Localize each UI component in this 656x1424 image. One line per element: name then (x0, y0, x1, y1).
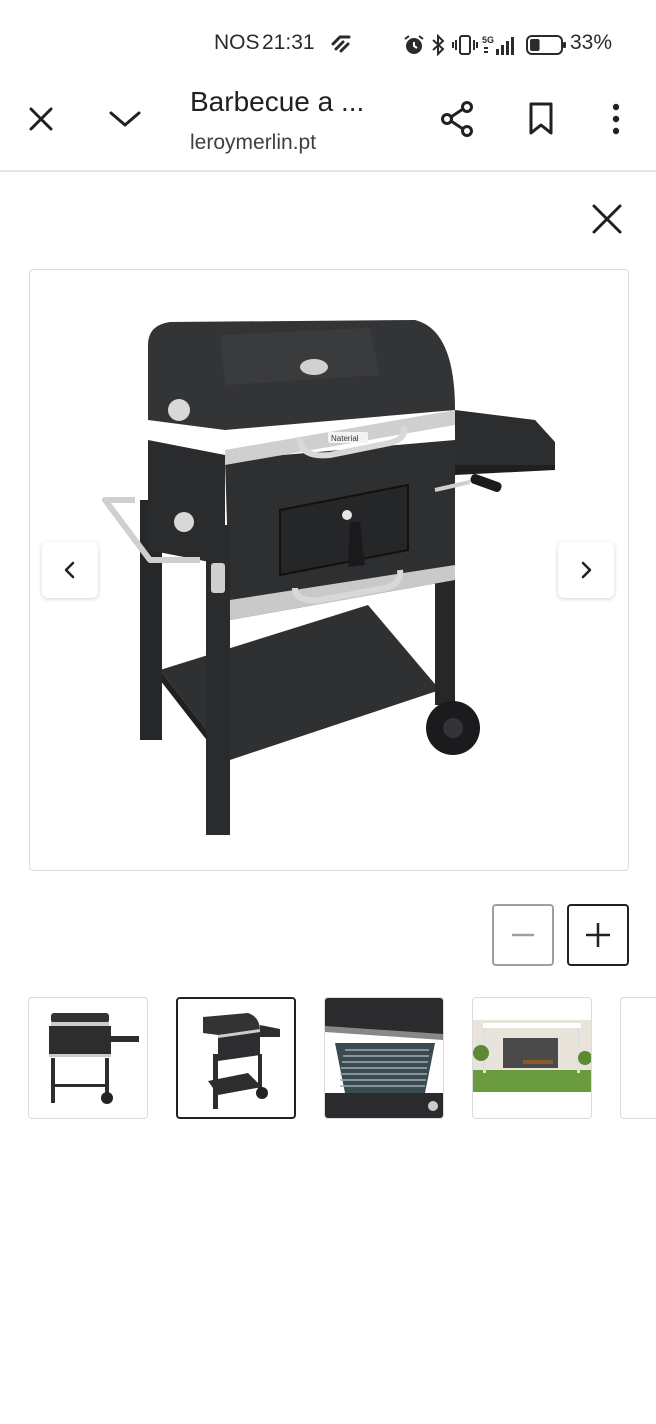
clock: 21:31 (262, 31, 315, 54)
chevron-left-icon (64, 561, 75, 579)
alarm-icon (404, 35, 424, 54)
battery-icon (526, 35, 566, 55)
close-icon (29, 107, 53, 131)
plus-icon (586, 923, 610, 947)
thumbnail-image (49, 1013, 139, 1104)
chevron-right-icon (581, 561, 592, 579)
thumb-angled-view[interactable] (176, 997, 296, 1119)
thumbnail-image (325, 998, 443, 1118)
data-saver-icon (331, 35, 351, 53)
page-url: leroymerlin.pt (190, 131, 317, 154)
zoom-out-button[interactable] (492, 904, 554, 966)
thumb-patio-scene[interactable] (472, 997, 592, 1119)
status-bar: NOS 21:31 5G 33% (0, 0, 656, 88)
chevron-down-icon (109, 111, 141, 127)
minus-icon (512, 933, 534, 937)
close-viewer-button[interactable] (588, 200, 626, 238)
next-image-button[interactable] (558, 542, 614, 598)
thumbnail-image (203, 1013, 280, 1109)
barbecue-grill-image: Naterial (102, 320, 555, 835)
carrier-label: NOS (214, 31, 260, 54)
more-options-button[interactable] (598, 96, 634, 142)
share-button[interactable] (434, 96, 480, 142)
bookmark-icon (529, 102, 553, 135)
close-tab-button[interactable] (18, 96, 64, 142)
close-icon (592, 204, 622, 234)
battery-percent: 33% (570, 31, 613, 54)
thumb-grill-interior[interactable] (324, 997, 444, 1119)
bookmark-button[interactable] (518, 96, 564, 142)
previous-image-button[interactable] (42, 542, 98, 598)
zoom-in-button[interactable] (567, 904, 629, 966)
brand-label: Naterial (331, 434, 359, 443)
thumbnail-image (473, 1020, 591, 1092)
signal-icon: 5G (482, 35, 514, 55)
more-vert-icon (612, 103, 620, 135)
bluetooth-icon (432, 34, 445, 56)
svg-text:5G: 5G (482, 35, 494, 45)
product-image[interactable]: Naterial (29, 269, 629, 871)
vibrate-icon (452, 35, 478, 55)
minimize-button[interactable] (102, 96, 148, 142)
share-icon (441, 101, 473, 137)
page-title: Barbecue a ... (190, 86, 365, 117)
thumb-front-view[interactable] (28, 997, 148, 1119)
thumb-partial[interactable] (620, 997, 656, 1119)
